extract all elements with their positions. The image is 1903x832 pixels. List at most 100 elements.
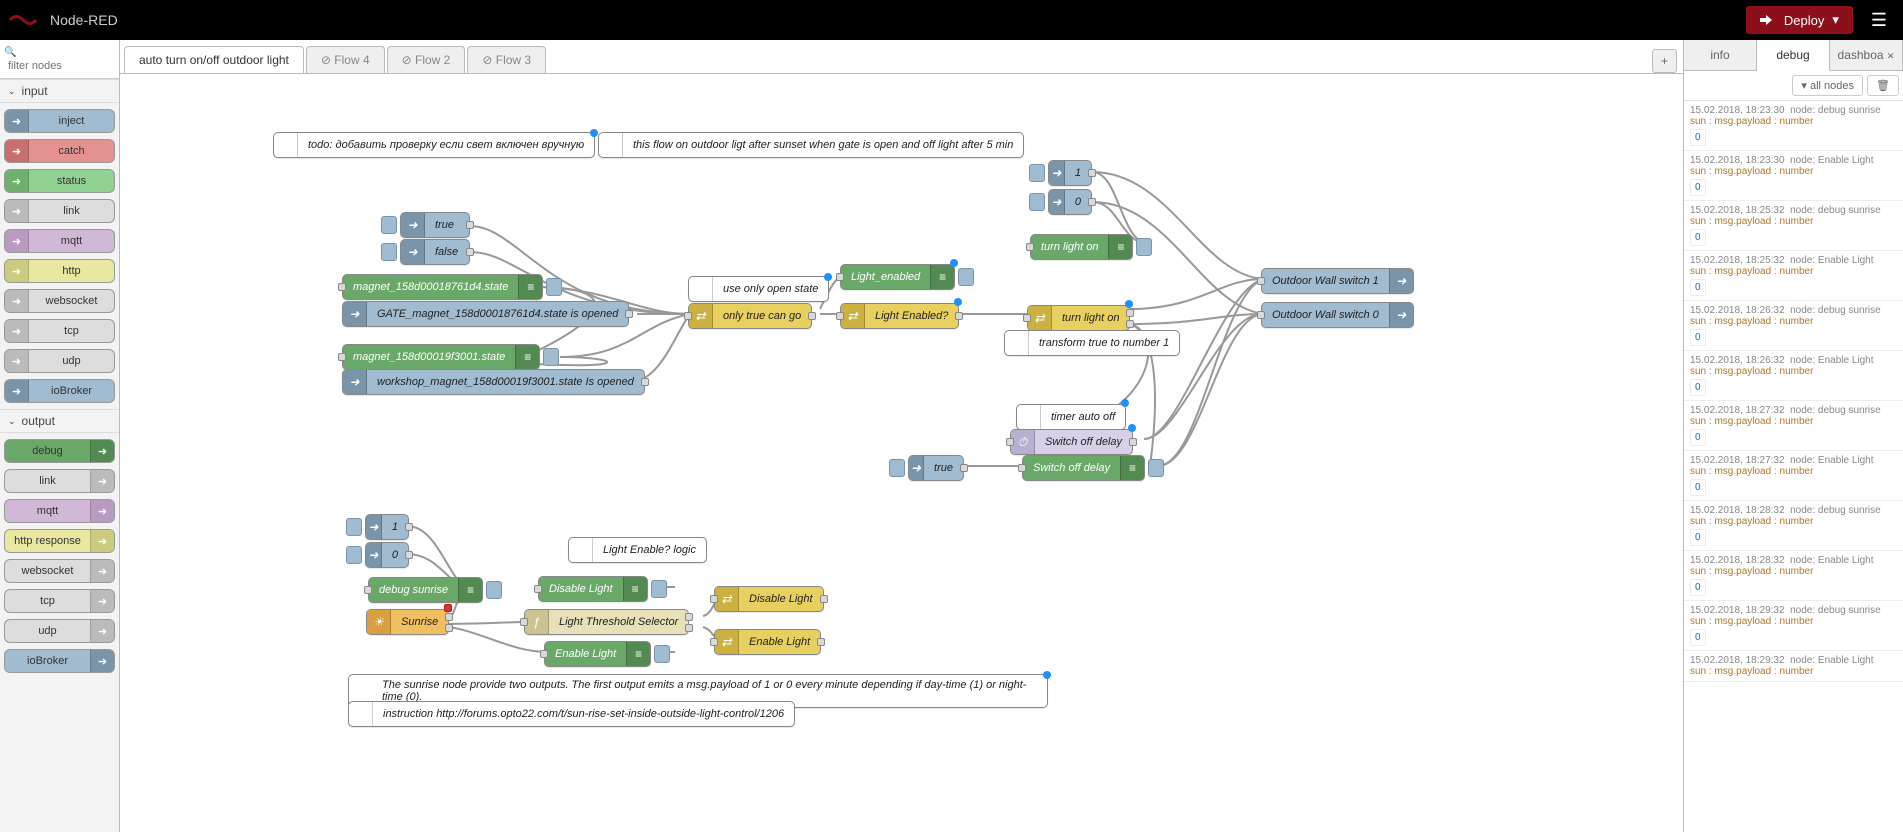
output-port[interactable] — [445, 613, 453, 621]
menu-icon[interactable]: ☰ — [1863, 6, 1895, 35]
palette-node-inject[interactable]: ➜inject — [4, 109, 115, 133]
output-port[interactable] — [625, 310, 633, 318]
tab-debug[interactable]: debug — [1757, 40, 1830, 71]
palette-node-websocket[interactable]: ➜websocket — [4, 289, 115, 313]
output-port[interactable] — [685, 624, 693, 632]
palette-node-tcp[interactable]: ➜tcp — [4, 319, 115, 343]
debug-toggle[interactable] — [1136, 238, 1152, 256]
iobroker-gate-magnet[interactable]: ➜GATE_magnet_158d00018761d4.state is ope… — [342, 301, 629, 327]
input-port[interactable] — [534, 585, 542, 593]
output-port[interactable] — [820, 595, 828, 603]
debug-toggle[interactable] — [654, 645, 670, 663]
output-port[interactable] — [405, 523, 413, 531]
inject-button[interactable] — [346, 518, 362, 536]
input-port[interactable] — [364, 586, 372, 594]
input-port[interactable] — [338, 283, 346, 291]
inject-button[interactable] — [381, 243, 397, 261]
tab-flow2[interactable]: ⊘ Flow 2 — [387, 46, 466, 73]
output-port[interactable] — [1129, 438, 1137, 446]
debug-disable-light[interactable]: Disable Light≡ — [538, 576, 648, 602]
palette-node-link[interactable]: link➜ — [4, 469, 115, 493]
output-port[interactable] — [1126, 320, 1134, 328]
switch-only-true[interactable]: ⇄only true can go — [688, 303, 812, 329]
palette-node-ioBroker[interactable]: ➜ioBroker — [4, 379, 115, 403]
input-port[interactable] — [1006, 438, 1014, 446]
debug-sunrise[interactable]: debug sunrise≡ — [368, 577, 483, 603]
debug-turn-on[interactable]: turn light on≡ — [1030, 234, 1133, 260]
comment-light-logic[interactable]: Light Enable? logic — [568, 537, 707, 563]
input-port[interactable] — [836, 312, 844, 320]
input-port[interactable] — [1257, 311, 1265, 319]
switch-light-enabled[interactable]: ⇄Light Enabled? — [840, 303, 959, 329]
inject-button[interactable] — [346, 546, 362, 564]
inject-button[interactable] — [889, 459, 905, 477]
inject-0b[interactable]: ➜0 — [365, 542, 409, 568]
input-port[interactable] — [540, 650, 548, 658]
output-port[interactable] — [685, 613, 693, 621]
output-port[interactable] — [1126, 309, 1134, 317]
palette-node-websocket[interactable]: websocket➜ — [4, 559, 115, 583]
palette-node-mqtt[interactable]: ➜mqtt — [4, 229, 115, 253]
comment-use-open[interactable]: use only open state — [688, 276, 829, 302]
debug-enable-light[interactable]: Enable Light≡ — [544, 641, 651, 667]
iobroker-outdoor0[interactable]: Outdoor Wall switch 0➜ — [1261, 302, 1414, 328]
output-port[interactable] — [405, 551, 413, 559]
palette-node-debug[interactable]: debug➜ — [4, 439, 115, 463]
output-port[interactable] — [466, 248, 474, 256]
category-output[interactable]: ⌄output — [0, 409, 119, 433]
inject-button[interactable] — [381, 216, 397, 234]
input-port[interactable] — [1018, 464, 1026, 472]
flow-canvas[interactable]: todo: добавить проверку если свет включе… — [120, 74, 1683, 832]
palette-node-link[interactable]: ➜link — [4, 199, 115, 223]
delay-switch-off[interactable]: ⏱Switch off delay — [1010, 429, 1133, 455]
input-port[interactable] — [338, 353, 346, 361]
palette-node-udp[interactable]: ➜udp — [4, 349, 115, 373]
deploy-button[interactable]: Deploy ▾ — [1746, 6, 1853, 34]
output-port[interactable] — [641, 378, 649, 386]
change-disable-light[interactable]: ⇄Disable Light — [714, 586, 824, 612]
filter-input[interactable] — [4, 58, 115, 74]
add-tab-button[interactable]: + — [1652, 49, 1677, 73]
palette-node-udp[interactable]: udp➜ — [4, 619, 115, 643]
iobroker-workshop-magnet[interactable]: ➜workshop_magnet_158d00019f3001.state Is… — [342, 369, 645, 395]
inject-0[interactable]: ➜0 — [1048, 189, 1092, 215]
comment-node[interactable]: todo: добавить проверку если свет включе… — [273, 132, 595, 158]
output-port[interactable] — [1088, 198, 1096, 206]
close-icon[interactable]: ✕ — [1887, 51, 1895, 61]
switch-turn-light-on[interactable]: ⇄turn light on — [1027, 305, 1130, 331]
palette-node-mqtt[interactable]: mqtt➜ — [4, 499, 115, 523]
tab-flow4[interactable]: ⊘ Flow 4 — [306, 46, 385, 73]
tab-info[interactable]: info — [1684, 40, 1757, 70]
inject-1b[interactable]: ➜1 — [365, 514, 409, 540]
palette-node-tcp[interactable]: tcp➜ — [4, 589, 115, 613]
palette-node-status[interactable]: ➜status — [4, 169, 115, 193]
inject-1[interactable]: ➜1 — [1048, 160, 1092, 186]
debug-light-enabled[interactable]: Light_enabled≡ — [840, 264, 955, 290]
palette-node-catch[interactable]: ➜catch — [4, 139, 115, 163]
debug-toggle[interactable] — [1148, 459, 1164, 477]
tab-auto-outdoor[interactable]: auto turn on/off outdoor light — [124, 46, 304, 73]
palette-node-ioBroker[interactable]: ioBroker➜ — [4, 649, 115, 673]
output-port[interactable] — [808, 312, 816, 320]
palette-node-http[interactable]: ➜http — [4, 259, 115, 283]
debug-magnet1[interactable]: magnet_158d00018761d4.state≡ — [342, 274, 543, 300]
category-input[interactable]: ⌄input — [0, 79, 119, 103]
clear-debug-button[interactable]: 🗑 — [1867, 75, 1899, 96]
filter-all-nodes[interactable]: ▾ all nodes — [1792, 75, 1863, 96]
tab-dashboard[interactable]: dashboa ✕ — [1830, 40, 1903, 70]
sunrise-node[interactable]: ☀Sunrise — [366, 609, 449, 635]
input-port[interactable] — [1023, 314, 1031, 322]
input-port[interactable] — [1257, 277, 1265, 285]
inject-true[interactable]: ➜true — [400, 212, 470, 238]
inject-button[interactable] — [1029, 164, 1045, 182]
output-port[interactable] — [466, 221, 474, 229]
input-port[interactable] — [710, 638, 718, 646]
debug-toggle[interactable] — [546, 278, 562, 296]
input-port[interactable] — [1026, 243, 1034, 251]
comment-node[interactable]: this flow on outdoor ligt after sunset w… — [598, 132, 1024, 158]
debug-switch-off[interactable]: Switch off delay≡ — [1022, 455, 1145, 481]
debug-toggle[interactable] — [486, 581, 502, 599]
debug-toggle[interactable] — [958, 268, 974, 286]
debug-toggle[interactable] — [543, 348, 559, 366]
debug-toggle[interactable] — [651, 580, 667, 598]
